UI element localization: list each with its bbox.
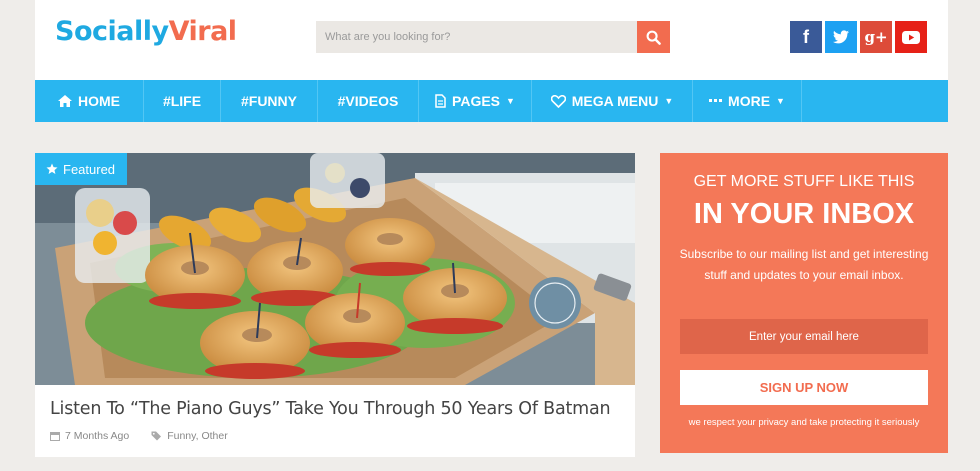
search-input[interactable] — [316, 21, 637, 53]
chevron-down-icon: ▼ — [664, 96, 674, 106]
ellipsis-icon — [709, 99, 723, 102]
nav-more[interactable]: MORE ▼ — [693, 80, 802, 122]
newsletter-heading: GET MORE STUFF LIKE THIS — [693, 173, 915, 190]
nav-more-label: MORE — [728, 93, 771, 109]
post-thumbnail[interactable] — [35, 153, 635, 385]
twitter-button[interactable] — [825, 21, 857, 53]
star-icon — [46, 163, 58, 174]
chevron-down-icon: ▼ — [506, 96, 515, 106]
featured-post-card[interactable]: Featured Listen To “The Piano Guys” Take… — [35, 153, 635, 457]
post-date: 7 Months Ago — [50, 430, 129, 442]
facebook-icon: f — [803, 26, 809, 47]
post-categories-text: Funny, Other — [167, 430, 228, 442]
nav-home-label: HOME — [78, 93, 120, 109]
logo-part-2: Viral — [168, 16, 237, 47]
search-icon — [646, 30, 661, 45]
newsletter-widget: GET MORE STUFF LIKE THIS IN YOUR INBOX S… — [660, 153, 948, 453]
calendar-icon — [50, 432, 60, 441]
search-bar — [316, 21, 670, 53]
nav-videos-label: #VIDEOS — [337, 93, 399, 109]
main-navigation: HOME #LIFE #FUNNY #VIDEOS PAGES ▼ MEGA M… — [35, 80, 948, 122]
file-icon — [435, 94, 446, 108]
google-plus-icon: g+ — [864, 28, 888, 46]
site-logo[interactable]: SociallyViral — [55, 16, 237, 47]
nav-mega-menu[interactable]: MEGA MENU ▼ — [532, 80, 693, 122]
newsletter-subheading: IN YOUR INBOX — [693, 198, 915, 230]
post-date-text: 7 Months Ago — [65, 430, 130, 442]
nav-life[interactable]: #LIFE — [144, 80, 221, 122]
nav-mega-menu-label: MEGA MENU — [571, 93, 659, 109]
post-title[interactable]: Listen To “The Piano Guys” Take You Thro… — [50, 399, 611, 419]
nav-pages-label: PAGES — [452, 93, 501, 109]
featured-badge-label: Featured — [63, 161, 116, 177]
search-button[interactable] — [637, 21, 670, 53]
social-links: f g+ — [790, 21, 927, 53]
tags-icon — [151, 431, 162, 441]
youtube-icon — [902, 30, 920, 44]
featured-badge: Featured — [35, 153, 128, 185]
newsletter-description: Subscribe to our mailing list and get in… — [679, 247, 929, 282]
nav-pages[interactable]: PAGES ▼ — [419, 80, 532, 122]
nav-videos[interactable]: #VIDEOS — [318, 80, 419, 122]
nav-home[interactable]: HOME — [35, 80, 144, 122]
heart-icon — [550, 94, 566, 108]
chevron-down-icon: ▼ — [776, 96, 785, 106]
sign-up-button[interactable]: SIGN UP NOW — [680, 370, 928, 405]
privacy-note: we respect your privacy and take protect… — [688, 417, 920, 428]
twitter-icon — [833, 30, 849, 44]
food-photo — [35, 153, 635, 385]
nav-funny[interactable]: #FUNNY — [221, 80, 318, 122]
post-meta: 7 Months Ago Funny, Other — [50, 430, 228, 442]
email-field[interactable] — [680, 319, 928, 354]
logo-part-1: Socially — [55, 16, 169, 47]
site-header: SociallyViral f g+ — [35, 0, 948, 80]
nav-funny-label: #FUNNY — [240, 93, 297, 109]
youtube-button[interactable] — [895, 21, 927, 53]
home-icon — [58, 95, 72, 107]
post-categories[interactable]: Funny, Other — [151, 430, 228, 442]
nav-life-label: #LIFE — [162, 93, 202, 109]
facebook-button[interactable]: f — [790, 21, 822, 53]
google-plus-button[interactable]: g+ — [860, 21, 892, 53]
